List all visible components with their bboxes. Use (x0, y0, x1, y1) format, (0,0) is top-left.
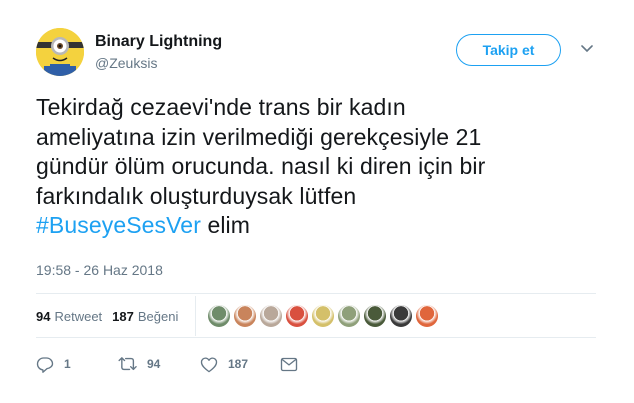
direct-message-action[interactable] (280, 357, 298, 372)
liker-avatar[interactable] (362, 303, 388, 329)
stats-separator (195, 296, 196, 336)
retweet-count: 94 (36, 308, 51, 324)
author-name[interactable]: Binary Lightning (95, 33, 222, 51)
liker-avatar[interactable] (336, 303, 362, 329)
liker-avatars (206, 303, 440, 329)
like-label: Beğeni (137, 308, 179, 324)
follow-button[interactable]: Takip et (456, 34, 561, 66)
heart-icon (200, 356, 218, 372)
reply-action[interactable]: 1 (36, 355, 118, 373)
more-options-chevron-down-icon[interactable] (579, 41, 595, 57)
tweet-actions: 1 94 187 (36, 354, 298, 374)
like-action-count: 187 (228, 357, 249, 371)
retweet-label: Retweet (54, 308, 103, 324)
tweet-text-line: #BuseyeSesVer elim (36, 211, 606, 241)
tweet-text-line: ameliyatına izin verilmediği gerekçesiyl… (36, 123, 482, 150)
retweet-action[interactable]: 94 (118, 355, 200, 373)
retweet-icon (118, 357, 137, 371)
hashtag-link[interactable]: #BuseyeSesVer (36, 212, 201, 238)
liker-avatar[interactable] (284, 303, 310, 329)
author-avatar[interactable] (36, 28, 84, 76)
reply-icon (36, 357, 54, 373)
divider (36, 337, 596, 338)
tweet-stats: 94 Retweet 187 Beğeni (36, 306, 188, 326)
liker-avatar[interactable] (232, 303, 258, 329)
liker-avatar[interactable] (414, 303, 440, 329)
tweet-card: Binary Lightning @Zeuksis Takip et Tekir… (0, 0, 634, 403)
minion-avatar-icon (36, 28, 84, 76)
retweet-stat[interactable]: 94 Retweet (36, 309, 102, 324)
retweet-action-count: 94 (147, 357, 161, 371)
tweet-text: Tekirdağ cezaevi'nde trans bir kadın ame… (36, 93, 606, 241)
reply-count: 1 (64, 357, 71, 371)
tweet-text-tail: elim (200, 212, 251, 239)
liker-avatar[interactable] (206, 303, 232, 329)
like-action[interactable]: 187 (200, 356, 280, 373)
liker-avatar[interactable] (388, 303, 414, 329)
liker-avatar[interactable] (258, 303, 284, 329)
tweet-timestamp[interactable]: 19:58 - 26 Haz 2018 (36, 262, 163, 278)
author-handle[interactable]: @Zeuksis (95, 55, 157, 71)
like-count: 187 (112, 308, 134, 324)
divider (36, 293, 596, 294)
tweet-text-line: farkındalık oluşturduysak lütfen (36, 182, 357, 209)
envelope-icon (280, 357, 298, 371)
liker-avatar[interactable] (310, 303, 336, 329)
tweet-text-line: gündür ölüm orucunda. nasıl ki diren içi… (36, 153, 486, 180)
tweet-text-line: Tekirdağ cezaevi'nde trans bir kadın (36, 94, 406, 120)
like-stat[interactable]: 187 Beğeni (112, 309, 178, 324)
